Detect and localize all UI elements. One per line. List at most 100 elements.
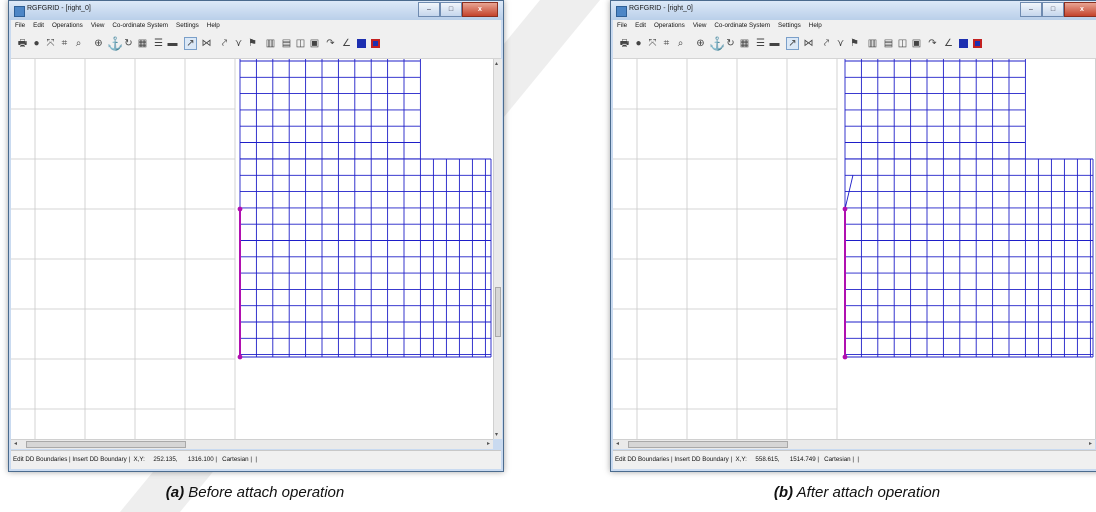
scroll-right-icon[interactable]: ▸	[1089, 440, 1092, 447]
dd-boundary-node[interactable]	[842, 206, 848, 212]
refresh-icon[interactable]: ↻	[123, 38, 134, 49]
target-icon[interactable]: ⊕	[695, 38, 706, 49]
scroll-down-icon[interactable]: ▾	[495, 431, 498, 438]
horizontal-scrollbar[interactable]: ◂ ▸	[11, 439, 493, 449]
toolbar: 🖶 ● ⤧ ⌗ ⌕ ⊕ ⚓ ↻ ▦ ☰ ▬ ↗ ⋈ ⤤ ⋎ ⚑ ▥ ▤ ◫ ▣ ↷ ∠	[11, 31, 501, 59]
draw-spline-icon[interactable]: ↗	[786, 37, 799, 50]
menu-file[interactable]: File	[11, 20, 29, 31]
maximize-button[interactable]: □	[440, 2, 462, 17]
layers-icon[interactable]: ▬	[167, 38, 178, 49]
scroll-left-icon[interactable]: ◂	[616, 440, 619, 447]
vertical-scroll-thumb[interactable]	[495, 287, 501, 337]
orthogonalise-icon[interactable]: ↷	[325, 38, 336, 49]
menu-help[interactable]: Help	[805, 20, 826, 31]
grid-select-icon[interactable]: ▦	[739, 38, 750, 49]
menu-settings[interactable]: Settings	[172, 20, 203, 31]
caption-label: (b)	[773, 484, 794, 501]
anchor-icon[interactable]: ⚓	[709, 37, 725, 50]
dd-boundary-node[interactable]	[237, 354, 243, 360]
minimize-button[interactable]: –	[418, 2, 440, 17]
color-blue-icon[interactable]	[357, 39, 366, 48]
branch-icon[interactable]: ⋎	[233, 38, 244, 49]
close-button[interactable]: x	[462, 2, 498, 17]
snap-icon[interactable]: ▣	[309, 38, 320, 49]
split-icon[interactable]: ◫	[295, 38, 306, 49]
menu-bar: File Edit Operations View Co-ordinate System…	[11, 20, 501, 31]
zoom-extent-icon[interactable]: ⤧	[647, 38, 658, 49]
color-red-icon[interactable]	[973, 39, 982, 48]
menu-help[interactable]: Help	[203, 20, 224, 31]
menu-edit[interactable]: Edit	[29, 20, 48, 31]
status-text: Edit DD Boundaries | Insert DD Boundary …	[13, 456, 257, 463]
menu-operations[interactable]: Operations	[48, 20, 87, 31]
globe-icon[interactable]: ●	[633, 38, 644, 49]
split-icon[interactable]: ◫	[897, 38, 908, 49]
zoom-box-icon[interactable]: ⌗	[59, 38, 70, 49]
measure-icon[interactable]: ∠	[943, 38, 954, 49]
grid-plot[interactable]	[11, 59, 493, 439]
menu-operations[interactable]: Operations	[650, 20, 689, 31]
cross-icon[interactable]: ⋈	[803, 38, 814, 49]
menu-co-ordinate-system[interactable]: Co-ordinate System	[710, 20, 774, 31]
snap-icon[interactable]: ▣	[911, 38, 922, 49]
menu-file[interactable]: File	[613, 20, 631, 31]
menu-edit[interactable]: Edit	[631, 20, 650, 31]
dd-boundary-node[interactable]	[237, 206, 243, 212]
status-bar: Edit DD Boundaries | Insert DD Boundary …	[613, 450, 1096, 469]
cross-icon[interactable]: ⋈	[201, 38, 212, 49]
globe-icon[interactable]: ●	[31, 38, 42, 49]
list-icon[interactable]: ☰	[153, 38, 164, 49]
maximize-button[interactable]: □	[1042, 2, 1064, 17]
spline-icon[interactable]: ⤤	[821, 38, 832, 49]
scroll-right-icon[interactable]: ▸	[487, 440, 490, 447]
magnifier-icon[interactable]: ⌕	[675, 38, 686, 49]
draw-spline-icon[interactable]: ↗	[184, 37, 197, 50]
flag-icon[interactable]: ⚑	[247, 38, 258, 49]
menu-view[interactable]: View	[87, 20, 109, 31]
target-icon[interactable]: ⊕	[93, 38, 104, 49]
title-bar[interactable]: RGFGRID - [right_0] – □ x	[611, 1, 1096, 20]
grid-select-icon[interactable]: ▦	[137, 38, 148, 49]
grid-canvas[interactable]	[11, 59, 493, 439]
menu-settings[interactable]: Settings	[774, 20, 805, 31]
window-title: RGFGRID - [right_0]	[629, 5, 693, 12]
list-icon[interactable]: ☰	[755, 38, 766, 49]
refine-icon[interactable]: ▤	[883, 38, 894, 49]
branch-icon[interactable]: ⋎	[835, 38, 846, 49]
dd-boundary-node[interactable]	[842, 354, 848, 360]
orthogonalise-icon[interactable]: ↷	[927, 38, 938, 49]
close-button[interactable]: x	[1064, 2, 1096, 17]
refresh-icon[interactable]: ↻	[725, 38, 736, 49]
vertical-scrollbar[interactable]: ▴ ▾	[493, 59, 502, 439]
figure-caption: (a) Before attach operation	[8, 484, 502, 501]
measure-icon[interactable]: ∠	[341, 38, 352, 49]
horizontal-scrollbar[interactable]: ◂ ▸	[613, 439, 1095, 449]
zoom-box-icon[interactable]: ⌗	[661, 38, 672, 49]
scroll-up-icon[interactable]: ▴	[495, 60, 498, 67]
app-icon	[14, 6, 25, 17]
horizontal-scroll-thumb[interactable]	[628, 441, 788, 448]
title-bar[interactable]: RGFGRID - [right_0] – □ x	[9, 1, 503, 20]
color-blue-icon[interactable]	[959, 39, 968, 48]
menu-view[interactable]: View	[689, 20, 711, 31]
matrix-icon[interactable]: ▥	[867, 38, 878, 49]
spline-icon[interactable]: ⤤	[219, 38, 230, 49]
magnifier-icon[interactable]: ⌕	[73, 38, 84, 49]
anchor-icon[interactable]: ⚓	[107, 37, 123, 50]
zoom-extent-icon[interactable]: ⤧	[45, 38, 56, 49]
matrix-icon[interactable]: ▥	[265, 38, 276, 49]
color-red-icon[interactable]	[371, 39, 380, 48]
print-icon[interactable]: 🖶	[17, 38, 28, 49]
app-window: RGFGRID - [right_0] – □ x File Edit Operat…	[8, 0, 504, 472]
grid-canvas[interactable]	[613, 59, 1095, 439]
grid-plot[interactable]	[613, 59, 1095, 439]
refine-icon[interactable]: ▤	[281, 38, 292, 49]
flag-icon[interactable]: ⚑	[849, 38, 860, 49]
status-bar: Edit DD Boundaries | Insert DD Boundary …	[11, 450, 501, 469]
menu-co-ordinate-system[interactable]: Co-ordinate System	[108, 20, 172, 31]
layers-icon[interactable]: ▬	[769, 38, 780, 49]
horizontal-scroll-thumb[interactable]	[26, 441, 186, 448]
scroll-left-icon[interactable]: ◂	[14, 440, 17, 447]
minimize-button[interactable]: –	[1020, 2, 1042, 17]
print-icon[interactable]: 🖶	[619, 38, 630, 49]
